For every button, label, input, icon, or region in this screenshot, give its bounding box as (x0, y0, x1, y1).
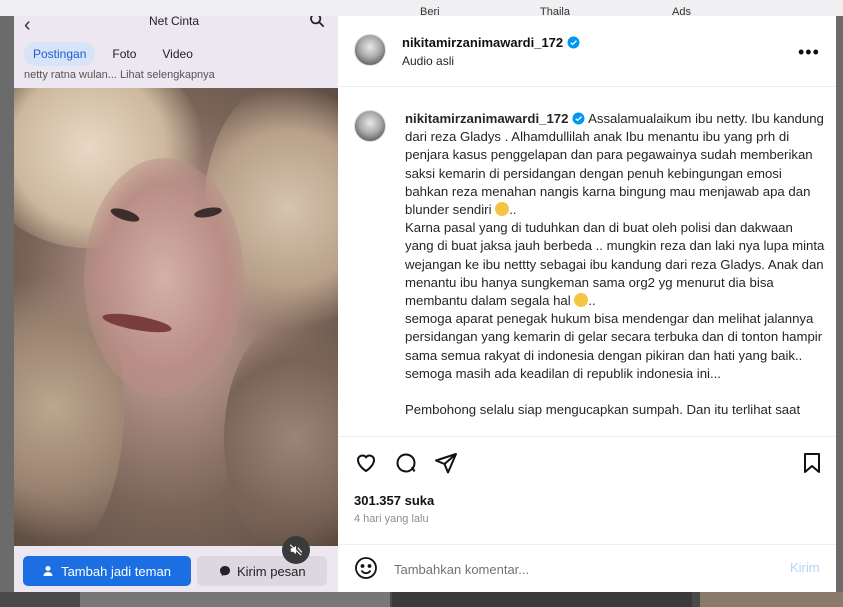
caption-paragraph: semoga masih ada keadilan di republik in… (405, 365, 721, 381)
more-options-button[interactable]: ••• (798, 42, 820, 63)
emoji-picker-icon[interactable] (354, 556, 378, 580)
search-icon (310, 16, 325, 28)
comment-bar: Kirim (338, 544, 836, 592)
caption-text: .. (509, 202, 517, 218)
pleading-face-icon (574, 293, 589, 308)
background-feed-bottom (0, 592, 843, 607)
muted-speaker-icon (289, 544, 303, 556)
verified-badge-icon (572, 112, 585, 125)
post-header: nikitamirzanimawardi_172 Audio asli ••• (338, 16, 836, 87)
weary-face-icon (495, 202, 510, 217)
post-details-panel: nikitamirzanimawardi_172 Audio asli ••• … (338, 16, 836, 592)
mute-toggle-button[interactable] (282, 536, 310, 564)
add-friend-label: Tambah jadi teman (61, 563, 171, 579)
tab-postingan: Postingan (24, 42, 96, 66)
caption-author-avatar[interactable] (354, 110, 386, 142)
background-thumb (392, 592, 692, 607)
post-comment-button[interactable]: Kirim (790, 560, 820, 575)
author-username[interactable]: nikitamirzanimawardi_172 (402, 35, 580, 50)
tab-foto: Foto (112, 47, 137, 61)
share-send-icon[interactable] (434, 451, 458, 475)
comment-input[interactable] (394, 559, 754, 579)
add-friend-button: Tambah jadi teman (23, 556, 191, 586)
caption-text: Assalamualaikum ibu netty. Ibu kandung d… (405, 111, 824, 218)
comment-icon[interactable] (394, 451, 418, 475)
back-arrow-icon: ‹ (24, 16, 31, 36)
author-avatar[interactable] (354, 34, 386, 66)
video-frame (14, 88, 338, 546)
like-heart-icon[interactable] (354, 451, 378, 475)
post-caption-area: nikitamirzanimawardi_172 Assalamualaikum… (338, 88, 836, 436)
caption-paragraph: Pembohong selalu siap mengucapkan sumpah… (405, 402, 801, 418)
background-feed-strip: Beri Thaila Ads (0, 0, 843, 18)
caption-username[interactable]: nikitamirzanimawardi_172 (405, 111, 568, 126)
like-count[interactable]: 301.357 suka (354, 493, 434, 508)
caption-text: .. (588, 293, 596, 309)
tab-video: Video (162, 47, 193, 61)
post-actions: 301.357 suka 4 hari yang lalu (338, 436, 836, 544)
caption-paragraph: Karna pasal yang di tuduhkan dan di buat… (405, 219, 825, 310)
post-media[interactable]: ‹ Net Cinta Postingan Foto Video netty r… (14, 16, 338, 592)
post-caption: nikitamirzanimawardi_172 Assalamualaikum… (405, 110, 825, 419)
messenger-icon (220, 566, 230, 576)
person-add-icon (43, 566, 53, 576)
caption-paragraph: semoga aparat penegak hukum bisa mendeng… (405, 311, 823, 363)
send-message-label: Kirim pesan (237, 563, 306, 579)
media-caption: netty ratna wulan... Lihat selengkapnya (24, 69, 215, 81)
media-tabs: Postingan Foto Video (24, 42, 202, 66)
caption-text: Karna pasal yang di tuduhkan dan di buat… (405, 220, 825, 309)
background-thumb (80, 592, 390, 607)
photo-region (224, 318, 338, 546)
audio-link[interactable]: Audio asli (402, 54, 454, 68)
send-message-button: Kirim pesan (197, 556, 327, 586)
post-timestamp[interactable]: 4 hari yang lalu (354, 513, 429, 525)
verified-badge-icon (567, 36, 580, 49)
author-username-text: nikitamirzanimawardi_172 (402, 35, 564, 50)
caption-paragraph: nikitamirzanimawardi_172 Assalamualaikum… (405, 110, 825, 219)
bookmark-icon[interactable] (800, 451, 824, 475)
media-page-title: Net Cinta (149, 16, 200, 28)
photo-region (84, 158, 244, 398)
background-thumb (700, 592, 843, 607)
media-header: ‹ Net Cinta Postingan Foto Video netty r… (14, 16, 338, 88)
